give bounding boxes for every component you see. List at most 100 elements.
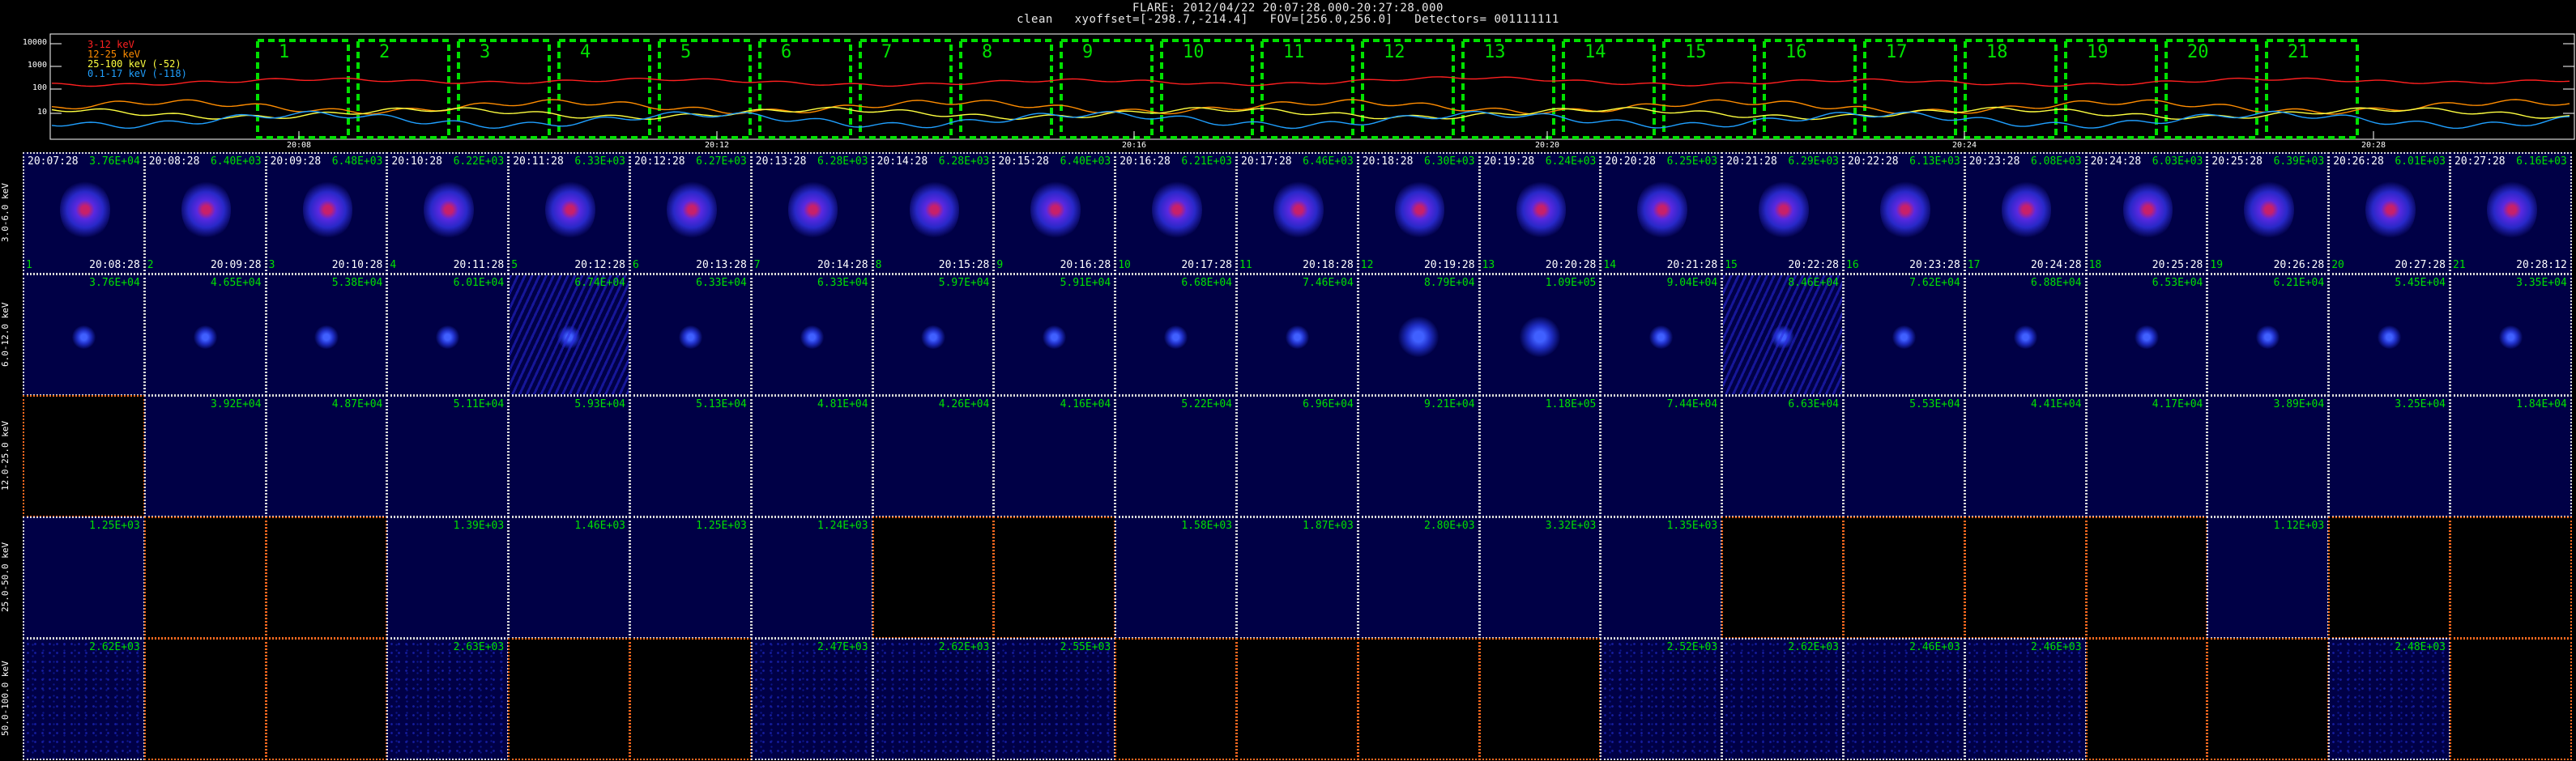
end-time: 20:27:28 <box>2395 259 2446 271</box>
source-blob <box>1398 317 1439 358</box>
peak-value: 1.18E+05 <box>1545 398 1597 410</box>
interval-label: 10 <box>1183 42 1205 62</box>
empty-panel <box>2207 638 2330 760</box>
start-time: 20:27:28 <box>2454 155 2506 168</box>
interval-label: 20 <box>2187 42 2209 62</box>
peak-value: 8.46E+04 <box>1788 277 1839 289</box>
source-blob <box>2498 325 2523 350</box>
streak-artifact <box>510 275 629 394</box>
source-blob <box>1637 180 1688 240</box>
image-panel: 7.62E+04 <box>1843 274 1965 396</box>
peak-value: 6.27E+03 <box>696 155 747 168</box>
interval-box <box>2064 39 2158 139</box>
image-panel: 6.25E+03 20:20:28 20:21:28 14 <box>1600 152 1723 274</box>
source-blob <box>2256 325 2280 350</box>
empty-panel <box>23 395 145 517</box>
interval-label: 18 <box>1986 42 2008 62</box>
column-index: 2 <box>147 259 154 271</box>
source-blob <box>314 325 339 350</box>
image-panel: 6.28E+03 20:13:28 20:14:28 7 <box>750 152 873 274</box>
image-panel: 1.39E+03 <box>386 517 510 639</box>
x-tick-label: 20:12 <box>704 141 730 150</box>
peak-value: 6.24E+03 <box>1545 155 1597 168</box>
image-panel: 3.25E+04 <box>2328 395 2450 517</box>
interval-box <box>2265 39 2359 139</box>
interval-label: 4 <box>580 42 591 62</box>
empty-panel <box>1964 517 2087 639</box>
image-panel: 2.80E+03 <box>1357 517 1480 639</box>
start-time: 20:17:28 <box>1241 155 1292 168</box>
source-blob <box>909 180 960 240</box>
peak-value: 3.76E+04 <box>89 155 140 168</box>
end-time: 20:21:28 <box>1666 259 1718 271</box>
image-panel: 4.16E+04 <box>993 395 1116 517</box>
empty-panel <box>1115 638 1237 760</box>
column-index: 8 <box>875 259 882 271</box>
image-panel: 8.79E+04 <box>1357 274 1480 396</box>
empty-panel <box>2450 517 2572 639</box>
interval-label: 6 <box>781 42 792 62</box>
empty-panel <box>143 517 267 639</box>
peak-value: 1.46E+03 <box>574 520 625 532</box>
column-index: 12 <box>1360 259 1374 271</box>
image-panel: 6.96E+04 <box>1236 395 1358 517</box>
image-panel: 6.74E+04 <box>508 274 630 396</box>
column-index: 1 <box>26 259 32 271</box>
empty-panel <box>2328 517 2450 639</box>
empty-panel <box>1357 638 1480 760</box>
image-panel: 1.18E+05 <box>1478 395 1601 517</box>
peak-value: 6.21E+03 <box>1181 155 1232 168</box>
peak-value: 6.01E+04 <box>453 277 505 289</box>
image-panel: 9.21E+04 <box>1357 395 1480 517</box>
image-panel: 6.01E+03 20:26:28 20:27:28 20 <box>2328 152 2450 274</box>
source-blob <box>1880 180 1930 240</box>
image-panel: 5.97E+04 <box>872 274 995 396</box>
image-panel: 6.29E+03 20:21:28 20:22:28 15 <box>1721 152 1844 274</box>
peak-value: 2.62E+03 <box>938 641 990 653</box>
source-blob <box>800 325 824 350</box>
image-panel: 3.92E+04 <box>143 395 267 517</box>
empty-panel <box>2450 638 2572 760</box>
peak-value: 3.92E+04 <box>210 398 262 410</box>
peak-value: 4.26E+04 <box>938 398 990 410</box>
image-panel: 6.46E+03 20:17:28 20:18:28 11 <box>1236 152 1358 274</box>
image-panel: 4.41E+04 <box>1964 395 2087 517</box>
peak-value: 6.01E+03 <box>2395 155 2446 168</box>
source-blob <box>71 325 96 350</box>
source-blob <box>424 180 475 240</box>
source-blob <box>1043 325 1067 350</box>
noise-pattern <box>1965 640 2085 759</box>
peak-value: 5.53E+04 <box>1909 398 1960 410</box>
image-panel: 1.25E+03 <box>23 517 145 639</box>
start-time: 20:15:28 <box>998 155 1050 168</box>
end-time: 20:08:28 <box>89 259 140 271</box>
peak-value: 4.81E+04 <box>817 398 868 410</box>
peak-value: 5.93E+04 <box>574 398 625 410</box>
start-time: 20:13:28 <box>755 155 807 168</box>
x-tick-label: 20:20 <box>1534 141 1560 150</box>
interval-box <box>1662 39 1756 139</box>
column-index: 18 <box>2088 259 2102 271</box>
end-time: 20:17:28 <box>1181 259 1232 271</box>
empty-panel <box>2085 517 2208 639</box>
peak-value: 1.35E+03 <box>1666 520 1718 532</box>
light-curve-0 <box>51 76 2570 87</box>
peak-value: 2.46E+03 <box>2030 641 2082 653</box>
start-time: 20:16:28 <box>1120 155 1171 168</box>
energy-band-label: 25.0-50.0 keV <box>0 542 11 613</box>
image-panel: 1.84E+04 <box>2450 395 2572 517</box>
start-time: 20:12:28 <box>634 155 685 168</box>
image-panel: 6.03E+03 20:24:28 20:25:28 18 <box>2085 152 2208 274</box>
energy-band-label: 12.0-25.0 keV <box>0 420 11 491</box>
interval-label: 12 <box>1384 42 1405 62</box>
end-time: 20:15:28 <box>938 259 990 271</box>
image-panel: 5.91E+04 <box>993 274 1116 396</box>
source-blob <box>1273 180 1324 240</box>
energy-band-label: 3.0-6.0 keV <box>0 183 11 243</box>
source-blob <box>2013 325 2037 350</box>
image-panel: 2.62E+03 <box>1721 638 1844 760</box>
image-panel: 3.76E+04 20:07:28 20:08:28 1 <box>23 152 145 274</box>
image-panel: 6.13E+03 20:22:28 20:23:28 16 <box>1843 152 1965 274</box>
end-time: 20:12:28 <box>574 259 625 271</box>
source-blob <box>181 180 232 240</box>
